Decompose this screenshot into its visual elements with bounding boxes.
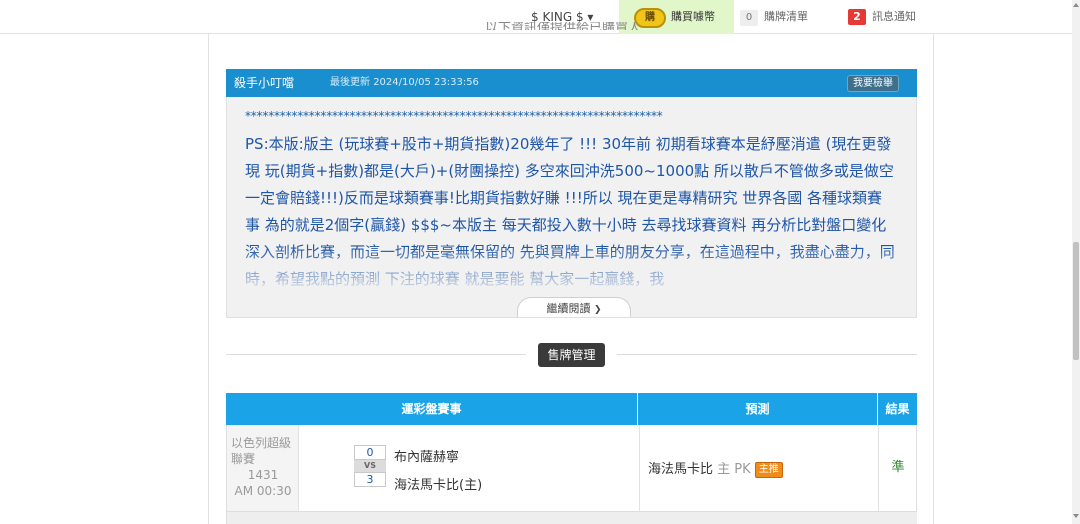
table-header: 運彩盤賽事 預測 結果 [226, 393, 917, 425]
sale-management-button[interactable]: 售牌管理 [538, 343, 605, 367]
vertical-scrollbar[interactable] [1072, 0, 1080, 524]
header-result: 結果 [885, 402, 910, 416]
article-body: ****************************************… [226, 97, 917, 318]
header-event: 運彩盤賽事 [226, 393, 638, 425]
messages-link[interactable]: 2 訊息通知 [848, 0, 916, 34]
page: $ KING $ ▾ 購 購買噱幣 0 購牌清單 2 訊息通知 以下資訊僅提供給已購… [0, 0, 1080, 524]
away-score: 0 [354, 445, 386, 460]
game-time: AM 00:30 [234, 484, 292, 498]
scroll-up-arrow-icon[interactable] [1073, 3, 1079, 7]
read-more-button[interactable]: 繼續閱讀 ❯ [517, 297, 631, 317]
away-team: 布內薩赫寧 [394, 450, 460, 465]
prediction-cell: 海法馬卡比 主 PK 主推 [639, 425, 879, 511]
author-name[interactable]: 殺手小叮噹 [234, 69, 294, 97]
game-number: 1431 [247, 468, 279, 482]
divider-right [617, 354, 917, 355]
prediction-text: 海法馬卡比 主 PK 主推 [648, 458, 783, 478]
purchase-notice: 以下資訊僅提供給已購買人 [485, 22, 642, 30]
message-count-badge: 2 [848, 9, 866, 25]
home-score: 3 [354, 472, 386, 487]
prediction-team: 海法馬卡比 [648, 462, 714, 477]
scrollbar-thumb[interactable] [1073, 242, 1079, 360]
buy-coins-label: 購買噱幣 [671, 10, 715, 23]
chevron-down-icon: ❯ [593, 305, 602, 315]
last-updated-time: 2024/10/05 23:33:56 [373, 77, 479, 88]
article-header: 殺手小叮噹 最後更新 2024/10/05 23:33:56 我要檢舉 [226, 69, 917, 97]
table-row-partial [226, 512, 917, 524]
star-divider: ****************************************… [245, 109, 663, 123]
home-team: 海法馬卡比(主) [394, 478, 483, 493]
score-box: 0 VS 3 [354, 445, 386, 489]
cart-link[interactable]: 0 購牌清單 [740, 0, 808, 34]
result-cell: 準 [891, 460, 905, 475]
prediction-side: 主 PK [717, 462, 751, 477]
league-name: 以色列超級聯賽 [231, 436, 292, 466]
recommend-badge: 主推 [754, 462, 783, 478]
messages-label: 訊息通知 [872, 10, 916, 23]
last-updated: 最後更新 2024/10/05 23:33:56 [330, 69, 479, 97]
cart-label: 購牌清單 [764, 10, 808, 23]
vs-label: VS [354, 460, 386, 472]
header-prediction: 預測 [638, 393, 878, 425]
divider-left [226, 354, 526, 355]
cart-count-badge: 0 [740, 10, 758, 26]
read-more-label: 繼續閱讀 [546, 302, 591, 315]
league-cell: 以色列超級聯賽 1431 AM 00:30 [227, 425, 299, 511]
table-row: 以色列超級聯賽 1431 AM 00:30 0 VS 3 布內薩赫寧 海法馬卡比… [226, 425, 917, 512]
report-button[interactable]: 我要檢舉 [847, 75, 899, 92]
scroll-down-arrow-icon[interactable] [1073, 514, 1079, 518]
last-updated-label: 最後更新 [330, 77, 370, 88]
